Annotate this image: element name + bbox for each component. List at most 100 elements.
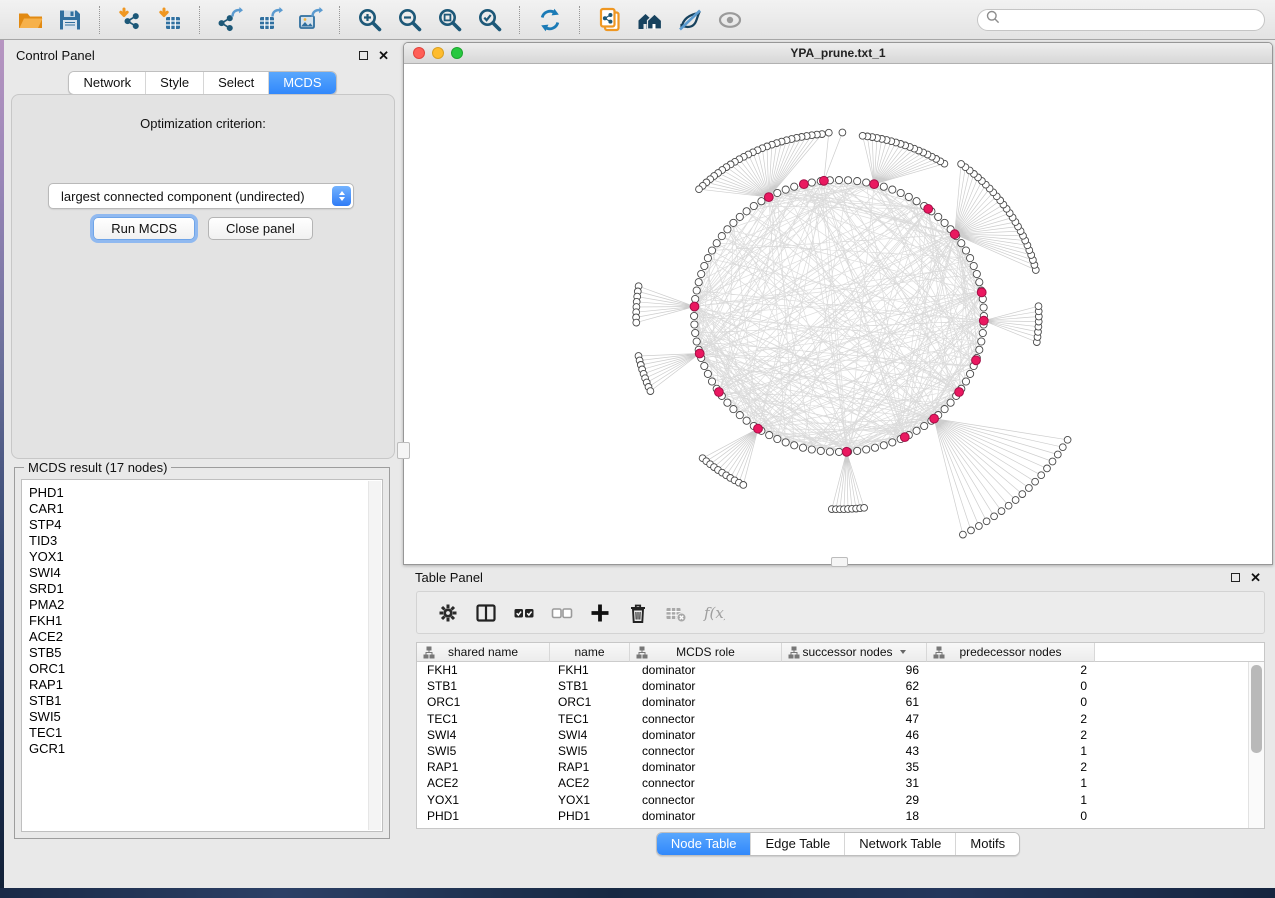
ring-node[interactable]: [708, 378, 715, 385]
column-header-shared-name[interactable]: shared name: [417, 643, 550, 662]
ring-node[interactable]: [854, 447, 861, 454]
ring-node[interactable]: [854, 178, 861, 185]
mcds-hub-node[interactable]: [955, 388, 964, 397]
ring-node[interactable]: [913, 427, 920, 434]
table-row[interactable]: FKH1FKH1dominator962: [417, 662, 1249, 678]
leaf-node[interactable]: [1064, 436, 1071, 443]
ring-node[interactable]: [693, 287, 700, 294]
leaf-node[interactable]: [1035, 303, 1042, 310]
mcds-hub-node[interactable]: [900, 433, 909, 442]
ring-node[interactable]: [871, 444, 878, 451]
ring-node[interactable]: [976, 346, 983, 353]
ring-node[interactable]: [980, 304, 987, 311]
mcds-hub-node[interactable]: [950, 230, 959, 239]
export-image-button[interactable]: [290, 4, 330, 36]
leaf-node[interactable]: [633, 319, 640, 326]
ring-node[interactable]: [736, 213, 743, 220]
zoom-selected-button[interactable]: [470, 4, 510, 36]
mcds-result-item[interactable]: YOX1: [29, 549, 382, 565]
mcds-hub-node[interactable]: [870, 180, 879, 189]
mcds-result-item[interactable]: SRD1: [29, 581, 382, 597]
mcds-hub-node[interactable]: [800, 180, 809, 189]
ring-node[interactable]: [835, 448, 842, 455]
leaf-node[interactable]: [1049, 458, 1056, 465]
mcds-list-scrollbar[interactable]: [368, 481, 381, 830]
leaf-node[interactable]: [1032, 478, 1039, 485]
tab-network-table[interactable]: Network Table: [844, 833, 955, 855]
ring-node[interactable]: [750, 202, 757, 209]
hide-graphics-details-button[interactable]: [670, 4, 710, 36]
leaf-node[interactable]: [958, 161, 965, 168]
mcds-result-item[interactable]: SWI5: [29, 709, 382, 725]
ring-node[interactable]: [935, 213, 942, 220]
ring-node[interactable]: [791, 442, 798, 449]
tab-select[interactable]: Select: [203, 72, 268, 94]
network-canvas[interactable]: [404, 64, 1272, 564]
table-row[interactable]: RAP1RAP1dominator352: [417, 759, 1249, 775]
delete-columns-button[interactable]: [619, 596, 657, 630]
leaf-node[interactable]: [1026, 485, 1033, 492]
import-table-button[interactable]: [150, 4, 190, 36]
mcds-result-item[interactable]: ACE2: [29, 629, 382, 645]
leaf-node[interactable]: [991, 513, 998, 520]
add-column-button[interactable]: [581, 596, 619, 630]
table-row[interactable]: SWI4SWI4dominator462: [417, 727, 1249, 743]
ring-node[interactable]: [973, 270, 980, 277]
toggle-column-display-button[interactable]: [467, 596, 505, 630]
mcds-result-item[interactable]: GCR1: [29, 741, 382, 757]
table-row[interactable]: SWI5SWI5connector431: [417, 743, 1249, 759]
vertical-splitter-handle[interactable]: [397, 442, 410, 459]
mcds-result-item[interactable]: CAR1: [29, 501, 382, 517]
search-input[interactable]: [1000, 12, 1256, 28]
column-header-successor-nodes[interactable]: successor nodes: [782, 643, 927, 662]
mcds-result-list[interactable]: PHD1CAR1STP4TID3YOX1SWI4SRD1PMA2FKH1ACE2…: [21, 479, 383, 832]
ring-node[interactable]: [978, 338, 985, 345]
ring-node[interactable]: [835, 177, 842, 184]
ring-node[interactable]: [941, 406, 948, 413]
leaf-node[interactable]: [1054, 451, 1061, 458]
leaf-node[interactable]: [1005, 502, 1012, 509]
ring-node[interactable]: [817, 447, 824, 454]
ring-node[interactable]: [782, 439, 789, 446]
ring-node[interactable]: [897, 189, 904, 196]
mcds-result-item[interactable]: TID3: [29, 533, 382, 549]
ring-node[interactable]: [947, 399, 954, 406]
mcds-result-item[interactable]: STP4: [29, 517, 382, 533]
mcds-hub-node[interactable]: [930, 414, 939, 423]
share-network-document-button[interactable]: [590, 4, 630, 36]
ring-node[interactable]: [774, 189, 781, 196]
mcds-result-item[interactable]: FKH1: [29, 613, 382, 629]
ring-node[interactable]: [970, 262, 977, 269]
ring-node[interactable]: [695, 279, 702, 286]
select-all-rows-button[interactable]: [505, 596, 543, 630]
mcds-hub-node[interactable]: [754, 424, 763, 433]
control-panel-float-button[interactable]: [359, 51, 368, 60]
ring-node[interactable]: [704, 370, 711, 377]
ring-node[interactable]: [691, 321, 698, 328]
control-panel-close-button[interactable]: ✕: [378, 49, 389, 62]
mcds-result-item[interactable]: PMA2: [29, 597, 382, 613]
open-file-button[interactable]: [10, 4, 50, 36]
zoom-out-button[interactable]: [390, 4, 430, 36]
ring-node[interactable]: [967, 370, 974, 377]
leaf-node[interactable]: [1059, 444, 1066, 451]
ring-node[interactable]: [743, 208, 750, 215]
ring-node[interactable]: [913, 198, 920, 205]
mcds-result-item[interactable]: PHD1: [29, 485, 382, 501]
column-header-name[interactable]: name: [550, 643, 630, 662]
tab-network[interactable]: Network: [69, 72, 145, 94]
refresh-view-button[interactable]: [530, 4, 570, 36]
leaf-node[interactable]: [960, 531, 967, 538]
leaf-node[interactable]: [696, 186, 703, 193]
table-scrollbar[interactable]: [1248, 662, 1264, 828]
ring-node[interactable]: [889, 186, 896, 193]
table-row[interactable]: YOX1YOX1connector291: [417, 792, 1249, 808]
criterion-dropdown[interactable]: largest connected component (undirected): [48, 183, 354, 209]
table-row[interactable]: ACE2ACE2connector311: [417, 775, 1249, 791]
ring-node[interactable]: [799, 444, 806, 451]
ring-node[interactable]: [941, 219, 948, 226]
ring-node[interactable]: [962, 247, 969, 254]
leaf-node[interactable]: [861, 504, 868, 511]
ring-node[interactable]: [880, 442, 887, 449]
mcds-result-item[interactable]: RAP1: [29, 677, 382, 693]
